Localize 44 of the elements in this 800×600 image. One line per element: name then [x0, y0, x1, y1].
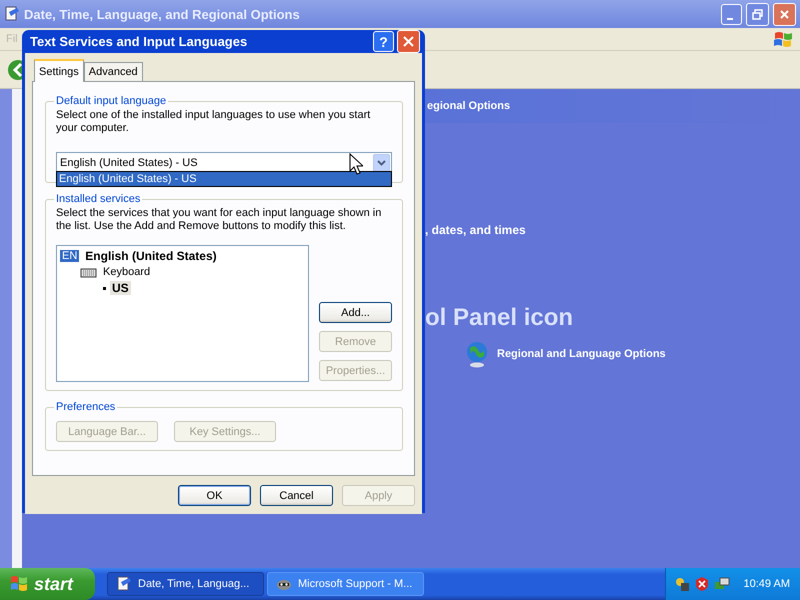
start-button[interactable]: start	[0, 568, 95, 600]
keyboard-icon	[80, 266, 97, 278]
taskbar-button[interactable]: Microsoft Support - M...	[267, 572, 424, 596]
globe-icon[interactable]	[465, 340, 489, 368]
window-title: Date, Time, Language, and Regional Options	[24, 6, 301, 22]
dialog-button[interactable]: Cancel	[260, 485, 333, 506]
tab[interactable]: Settings	[34, 59, 84, 82]
windows-logo-icon	[772, 29, 794, 49]
close-button[interactable]	[773, 2, 796, 26]
task-link[interactable]: , dates, and times	[425, 223, 526, 237]
restore-icon	[752, 8, 763, 20]
group-label: Preferences	[55, 401, 116, 413]
group-label: Installed services	[55, 193, 142, 205]
restore-button[interactable]	[746, 2, 769, 26]
help-button[interactable]: ?	[373, 31, 394, 52]
tree-item[interactable]: Keyboard	[101, 266, 152, 278]
description-text: Select one of the installed input languages to use when you start your computer.	[56, 109, 372, 135]
dialog-title: Text Services and Input Languages	[30, 34, 248, 49]
tree-item[interactable]: English (United States)	[83, 249, 219, 263]
regional-options-link[interactable]: Regional and Language Options	[497, 348, 666, 360]
control-panel-icon	[116, 576, 132, 592]
dropdown-option[interactable]: English (United States) - US	[57, 172, 391, 186]
clock: 10:49 AM	[744, 578, 790, 590]
computer-icon[interactable]	[714, 576, 730, 592]
dialog-button[interactable]: Add...	[319, 302, 392, 323]
minimize-icon	[727, 18, 733, 20]
minimize-button[interactable]	[721, 4, 742, 24]
bullet-icon	[103, 286, 106, 290]
tree-item[interactable]: US	[110, 281, 131, 295]
close-icon	[779, 8, 790, 20]
group-label: Default input language	[55, 95, 168, 107]
close-icon	[403, 36, 414, 47]
section-heading: ol Panel icon	[425, 304, 574, 331]
language-badge: EN	[60, 250, 80, 262]
taskbar-button[interactable]: Date, Time, Languag...	[107, 572, 264, 596]
description-text: Select the services that you want for each input language shown in the list. Use the Add and Remove buttons to modify this list.	[56, 207, 382, 233]
dialog-button[interactable]: OK	[178, 485, 251, 506]
services-tree[interactable]: EN English (United States) Keyboard US	[56, 245, 309, 382]
windows-logo-icon	[10, 575, 28, 593]
header-title: egional Options	[427, 100, 510, 112]
control-panel-icon	[4, 6, 20, 22]
security-shield-icon[interactable]	[694, 576, 710, 592]
tab[interactable]: Advanced	[84, 62, 143, 81]
close-button[interactable]	[397, 30, 420, 53]
